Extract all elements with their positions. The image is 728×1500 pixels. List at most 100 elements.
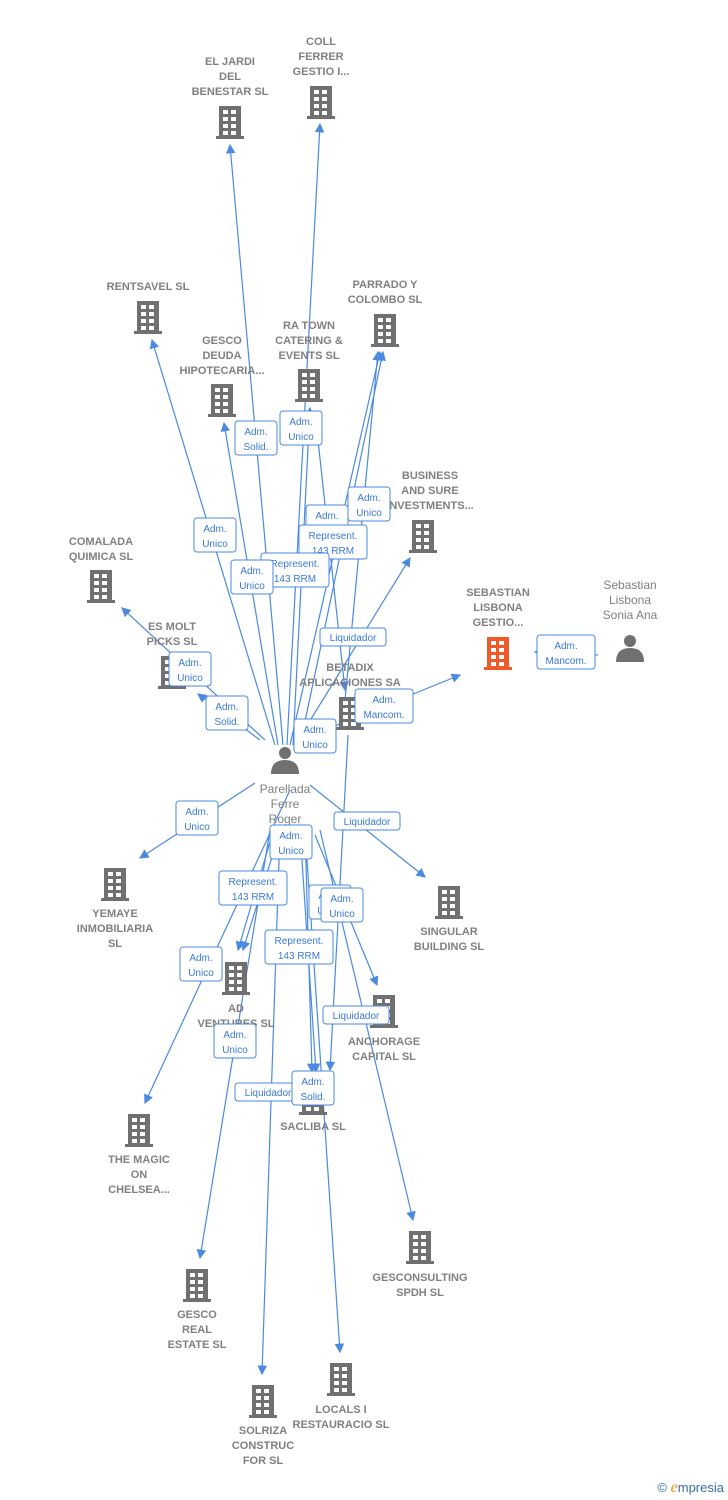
svg-text:Unico: Unico [329, 909, 355, 920]
edge-label: Adm. Unico [279, 410, 323, 446]
svg-text:Unico: Unico [188, 968, 214, 979]
node-label: AND SURE [401, 485, 458, 497]
company-node[interactable]: EL JARDI DEL BENESTAR SL [192, 56, 269, 139]
svg-text:Adm.: Adm. [289, 417, 312, 428]
company-node[interactable]: COLL FERRER GESTIO I... [293, 36, 350, 119]
node-label: DEL [219, 71, 241, 83]
svg-text:Unico: Unico [222, 1045, 248, 1056]
node-label: SEBASTIAN [466, 587, 530, 599]
node-label: COLL [306, 36, 336, 48]
edge-label: Adm. Solid. [291, 1070, 335, 1106]
logo-initial: e [670, 1479, 678, 1496]
node-label: LOCALS I [315, 1404, 366, 1416]
nodes-layer: EL JARDI DEL BENESTAR SL COLL FERRER GESTIO I… [69, 36, 658, 1467]
person-node[interactable]: SebastianLisbonaSonia Ana [603, 578, 658, 662]
node-label: RENTSAVEL SL [107, 281, 190, 293]
svg-text:Adm.: Adm. [185, 807, 208, 818]
svg-text:143 RRM: 143 RRM [278, 951, 320, 962]
company-node[interactable]: GESCONSULTING SPDH SL [372, 1231, 468, 1299]
person-icon [616, 635, 644, 662]
building-icon [406, 1231, 434, 1264]
logo-text: mpresia [677, 1480, 724, 1495]
company-node[interactable]: GESCO REAL ESTATE SL [168, 1269, 227, 1351]
svg-text:Liquidador: Liquidador [245, 1088, 292, 1099]
node-label: SPDH SL [396, 1287, 444, 1299]
company-node[interactable]: LOCALS I RESTAURACIO SL [293, 1363, 390, 1431]
svg-text:Liquidador: Liquidador [333, 1011, 380, 1022]
svg-text:Adm.: Adm. [279, 831, 302, 842]
svg-text:Liquidador: Liquidador [344, 817, 391, 828]
building-icon [87, 570, 115, 603]
building-icon [435, 886, 463, 919]
node-label: ESTATE SL [168, 1339, 227, 1351]
node-label: GESTIO... [473, 617, 524, 629]
node-label: RESTAURACIO SL [293, 1419, 390, 1431]
svg-text:Adm.: Adm. [203, 524, 226, 535]
svg-text:Adm.: Adm. [303, 725, 326, 736]
building-icon [484, 637, 512, 670]
node-label: COMALADA [69, 536, 133, 548]
building-icon [222, 962, 250, 995]
edge-label: Represent. 143 RRM [264, 929, 334, 965]
node-label: GESCO [177, 1309, 217, 1321]
building-icon [327, 1363, 355, 1396]
svg-text:Unico: Unico [356, 508, 382, 519]
edge-label: Adm. Unico [347, 486, 391, 522]
node-label: ON [131, 1169, 148, 1181]
company-node[interactable]: SEBASTIAN LISBONA GESTIO... [466, 587, 530, 670]
person-node[interactable]: ParelladaFerreRoger [260, 747, 311, 826]
node-label: ES MOLT [148, 621, 196, 633]
company-node[interactable]: COMALADA QUIMICA SL [69, 536, 134, 603]
node-label: CAPITAL SL [352, 1051, 416, 1063]
copyright-symbol: © [657, 1480, 668, 1495]
node-label: AD [228, 1003, 244, 1015]
svg-text:Solid.: Solid. [214, 717, 239, 728]
node-label: EVENTS SL [278, 350, 339, 362]
svg-text:Unico: Unico [278, 846, 304, 857]
svg-text:Adm.: Adm. [357, 493, 380, 504]
empresia-logo[interactable]: © empresia [657, 1479, 724, 1497]
svg-text:Adm.: Adm. [178, 658, 201, 669]
company-node[interactable]: YEMAYE INMOBILIARIA SL [77, 868, 153, 950]
building-icon [134, 301, 162, 334]
edge-label: Adm. Unico [168, 651, 212, 687]
svg-text:Represent.: Represent. [229, 877, 278, 888]
node-label: GESTIO I... [293, 66, 350, 78]
company-node[interactable]: PARRADO Y COLOMBO SL [348, 279, 423, 347]
building-icon [371, 314, 399, 347]
edge-25 [257, 829, 281, 1376]
svg-text:Mancom.: Mancom. [363, 710, 404, 721]
edge-label: Adm. Unico [213, 1023, 257, 1059]
svg-text:Adm.: Adm. [244, 427, 267, 438]
node-label: Lisbona [609, 593, 651, 607]
building-icon [295, 369, 323, 402]
company-node[interactable]: ANCHORAGE CAPITAL SL [348, 995, 420, 1063]
edge-label: Adm. Unico [269, 824, 313, 860]
node-label: APLICACIONES SA [299, 677, 401, 689]
company-node[interactable]: GESCO DEUDA HIPOTECARIA... [180, 335, 265, 417]
svg-text:Unico: Unico [177, 673, 203, 684]
node-label: QUIMICA SL [69, 551, 134, 563]
node-label: FERRER [298, 51, 343, 63]
edge-label: Adm. Unico [175, 800, 219, 836]
node-label: HIPOTECARIA... [180, 365, 265, 377]
node-label: GESCONSULTING [372, 1272, 467, 1284]
node-label: INMOBILIARIA [77, 923, 153, 935]
edge-label: Adm. Unico [230, 559, 274, 595]
svg-text:Adm.: Adm. [554, 641, 577, 652]
company-node[interactable]: SOLRIZA CONSTRUC FOR SL [232, 1385, 294, 1467]
building-icon [307, 86, 335, 119]
svg-text:Unico: Unico [239, 581, 265, 592]
company-node[interactable]: BUSINESS AND SURE INVESTMENTS... [386, 470, 474, 553]
svg-text:Adm.: Adm. [215, 702, 238, 713]
svg-text:Unico: Unico [302, 740, 328, 751]
edge-label: Adm. Unico [293, 718, 337, 754]
company-node[interactable]: SINGULAR BUILDING SL [414, 886, 485, 953]
node-label: BETADIX [326, 662, 374, 674]
node-label: CHELSEA... [108, 1184, 170, 1196]
building-icon [216, 106, 244, 139]
company-node[interactable]: THE MAGIC ON CHELSEA... [108, 1114, 170, 1196]
company-node[interactable]: RENTSAVEL SL [107, 281, 190, 334]
svg-text:Solid.: Solid. [243, 442, 268, 453]
node-label: BENESTAR SL [192, 86, 269, 98]
